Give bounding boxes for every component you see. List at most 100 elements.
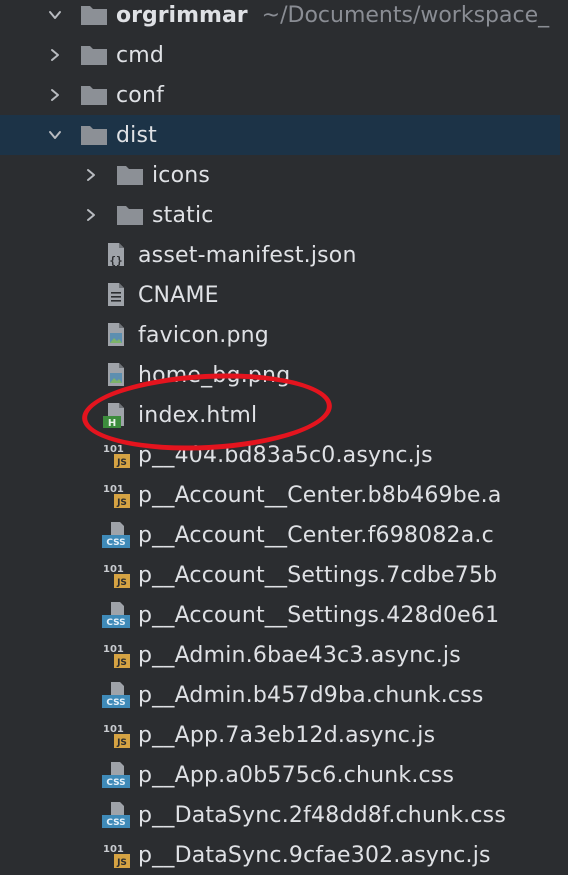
tree-item-label: index.html (138, 402, 258, 428)
tree-item-label: p__DataSync.2f48dd8f.chunk.css (138, 802, 506, 828)
folder-icon (116, 201, 144, 229)
tree-item-p-account-settings-7cdbe75b[interactable]: 101 JS p__Account__Settings.7cdbe75b (0, 555, 568, 595)
tree-item-dist[interactable]: dist (0, 115, 560, 155)
svg-text:H: H (108, 418, 116, 429)
chevron-down-icon[interactable] (48, 8, 62, 22)
tree-item-p-datasync-9cfae302-async-js[interactable]: 101 JS p__DataSync.9cfae302.async.js (0, 835, 568, 875)
chevron-placeholder (84, 648, 98, 662)
chevron-placeholder (84, 688, 98, 702)
javascript-file-icon: 101 JS (102, 481, 130, 509)
tree-item-p-admin-6bae43c3-async-js[interactable]: 101 JS p__Admin.6bae43c3.async.js (0, 635, 568, 675)
svg-text:JS: JS (116, 658, 127, 668)
svg-text:101: 101 (103, 844, 124, 855)
css-file-icon: CSS (102, 801, 130, 829)
javascript-file-icon: 101 JS (102, 841, 130, 869)
css-file-icon: CSS (102, 521, 130, 549)
javascript-file-icon: 101 JS (102, 641, 130, 669)
chevron-placeholder (84, 528, 98, 542)
tree-item-label: favicon.png (138, 322, 269, 348)
tree-item-label: icons (152, 162, 211, 188)
tree-item-label: conf (116, 82, 165, 108)
tree-item-p-app-7a3eb12d-async-js[interactable]: 101 JS p__App.7a3eb12d.async.js (0, 715, 568, 755)
chevron-placeholder (84, 808, 98, 822)
tree-item-home-bg-png[interactable]: home_bg.png (0, 355, 568, 395)
tree-item-label: p__Account__Settings.428d0e61 (138, 602, 500, 628)
folder-icon (80, 41, 108, 69)
tree-item-label: home_bg.png (138, 362, 291, 388)
tree-item-label: dist (116, 122, 157, 148)
svg-text:CSS: CSS (106, 698, 125, 708)
chevron-placeholder (84, 768, 98, 782)
tree-item-label: p__DataSync.9cfae302.async.js (138, 842, 491, 868)
chevron-right-icon[interactable] (48, 48, 62, 62)
text-file-icon (102, 281, 130, 309)
chevron-placeholder (84, 568, 98, 582)
tree-item-icons[interactable]: icons (0, 155, 568, 195)
tree-item-cmd[interactable]: cmd (0, 35, 568, 75)
svg-text:JS: JS (116, 858, 127, 868)
javascript-file-icon: 101 JS (102, 441, 130, 469)
svg-text:CSS: CSS (106, 818, 125, 828)
svg-text:CSS: CSS (106, 538, 125, 548)
tree-item-label: cmd (116, 42, 165, 68)
svg-text:CSS: CSS (106, 778, 125, 788)
image-file-icon (102, 321, 130, 349)
chevron-right-icon[interactable] (84, 168, 98, 182)
tree-item-label: p__Admin.b457d9ba.chunk.css (138, 682, 484, 708)
tree-item-p-datasync-2f48dd8f-chunk-css[interactable]: CSS p__DataSync.2f48dd8f.chunk.css (0, 795, 568, 835)
svg-text:101: 101 (103, 484, 124, 495)
chevron-placeholder (84, 488, 98, 502)
project-name: orgrimmar (116, 2, 248, 28)
svg-text:101: 101 (103, 724, 124, 735)
tree-item-label: p__App.a0b575c6.chunk.css (138, 762, 455, 788)
svg-text:JS: JS (116, 458, 127, 468)
css-file-icon: CSS (102, 761, 130, 789)
folder-icon (80, 81, 108, 109)
svg-text:JS: JS (116, 498, 127, 508)
tree-item-label: p__Account__Center.b8b469be.a (138, 482, 502, 508)
javascript-file-icon: 101 JS (102, 721, 130, 749)
chevron-placeholder (84, 728, 98, 742)
chevron-right-icon[interactable] (84, 208, 98, 222)
tree-item-asset-manifest-json[interactable]: {} asset-manifest.json (0, 235, 568, 275)
tree-item-label: p__Account__Center.f698082a.c (138, 522, 494, 548)
chevron-placeholder (84, 328, 98, 342)
chevron-placeholder (84, 248, 98, 262)
folder-icon (116, 161, 144, 189)
image-file-icon (102, 361, 130, 389)
json-file-icon: {} (102, 241, 130, 269)
tree-root-orgrimmar[interactable]: orgrimmar ~/Documents/workspace_ (0, 0, 568, 35)
tree-item-p-account-settings-428d0e61[interactable]: CSS p__Account__Settings.428d0e61 (0, 595, 568, 635)
svg-text:CSS: CSS (106, 618, 125, 628)
tree-item-cname[interactable]: CNAME (0, 275, 568, 315)
svg-text:JS: JS (116, 738, 127, 748)
svg-text:{}: {} (109, 254, 122, 267)
chevron-placeholder (84, 288, 98, 302)
tree-item-p-account-center-b8b469be-a[interactable]: 101 JS p__Account__Center.b8b469be.a (0, 475, 568, 515)
svg-text:JS: JS (116, 578, 127, 588)
tree-item-label: p__App.7a3eb12d.async.js (138, 722, 436, 748)
chevron-down-icon[interactable] (48, 128, 62, 142)
tree-item-conf[interactable]: conf (0, 75, 568, 115)
tree-item-p-app-a0b575c6-chunk-css[interactable]: CSS p__App.a0b575c6.chunk.css (0, 755, 568, 795)
tree-item-label: p__Account__Settings.7cdbe75b (138, 562, 498, 588)
tree-item-label: p__404.bd83a5c0.async.js (138, 442, 433, 468)
html-file-icon: H (102, 401, 130, 429)
tree-item-static[interactable]: static (0, 195, 568, 235)
chevron-placeholder (84, 368, 98, 382)
chevron-placeholder (84, 448, 98, 462)
chevron-placeholder (84, 608, 98, 622)
svg-text:101: 101 (103, 564, 124, 575)
tree-item-label: static (152, 202, 214, 228)
tree-item-p-404-bd83a5c0-async-js[interactable]: 101 JS p__404.bd83a5c0.async.js (0, 435, 568, 475)
tree-item-p-admin-b457d9ba-chunk-css[interactable]: CSS p__Admin.b457d9ba.chunk.css (0, 675, 568, 715)
svg-text:101: 101 (103, 444, 124, 455)
chevron-right-icon[interactable] (48, 88, 62, 102)
tree-item-index-html[interactable]: Hindex.html (0, 395, 568, 435)
javascript-file-icon: 101 JS (102, 561, 130, 589)
css-file-icon: CSS (102, 681, 130, 709)
tree-item-p-account-center-f698082a-c[interactable]: CSS p__Account__Center.f698082a.c (0, 515, 568, 555)
svg-text:101: 101 (103, 644, 124, 655)
tree-item-favicon-png[interactable]: favicon.png (0, 315, 568, 355)
tree-item-label: CNAME (138, 282, 219, 308)
